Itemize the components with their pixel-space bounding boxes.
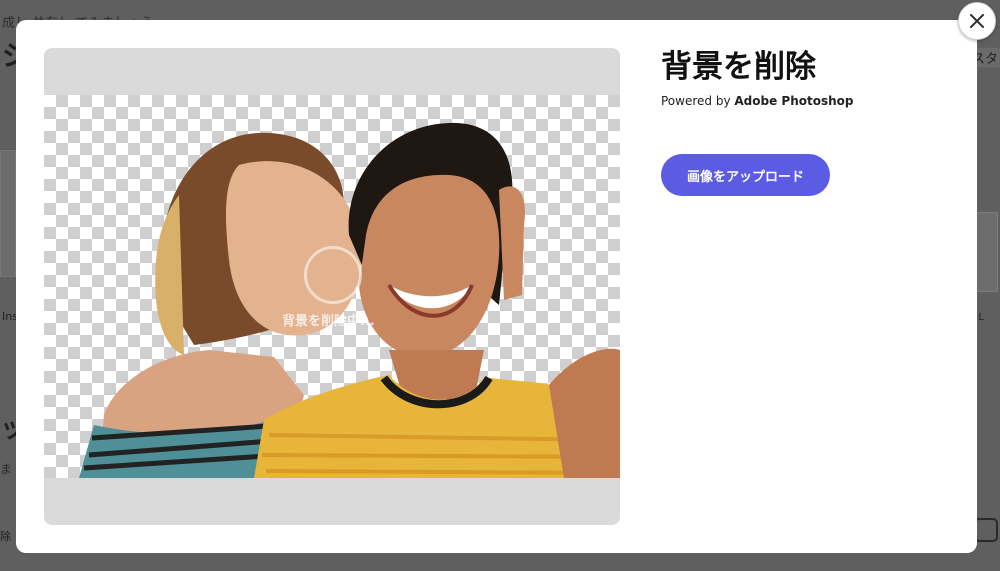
dialog-title: 背景を削除 — [661, 49, 816, 85]
processing-spinner — [304, 246, 362, 304]
upload-image-button[interactable]: 画像をアップロード — [661, 154, 830, 196]
background-left-small-text: ま — [0, 462, 13, 476]
dialog-side-panel: 背景を削除 Powered by Adobe Photoshop 画像をアップロ… — [661, 48, 951, 196]
close-icon — [970, 14, 984, 28]
close-button[interactable] — [958, 2, 996, 40]
powered-by-prefix: Powered by — [661, 94, 735, 108]
background-left-card — [0, 150, 16, 277]
background-right-card — [976, 212, 998, 292]
powered-by-text: Powered by Adobe Photoshop — [661, 94, 951, 108]
video-icon — [974, 518, 998, 542]
powered-by-brand: Adobe Photoshop — [734, 94, 854, 108]
background-left-small-text-2: 除 — [0, 530, 11, 543]
background-right-label: L — [978, 312, 984, 323]
processing-label: 背景を削除中... — [282, 314, 375, 329]
remove-background-dialog: 背景を削除中... 背景を削除 Powered by Adobe Photosh… — [16, 20, 977, 553]
image-preview: 背景を削除中... — [44, 48, 620, 525]
